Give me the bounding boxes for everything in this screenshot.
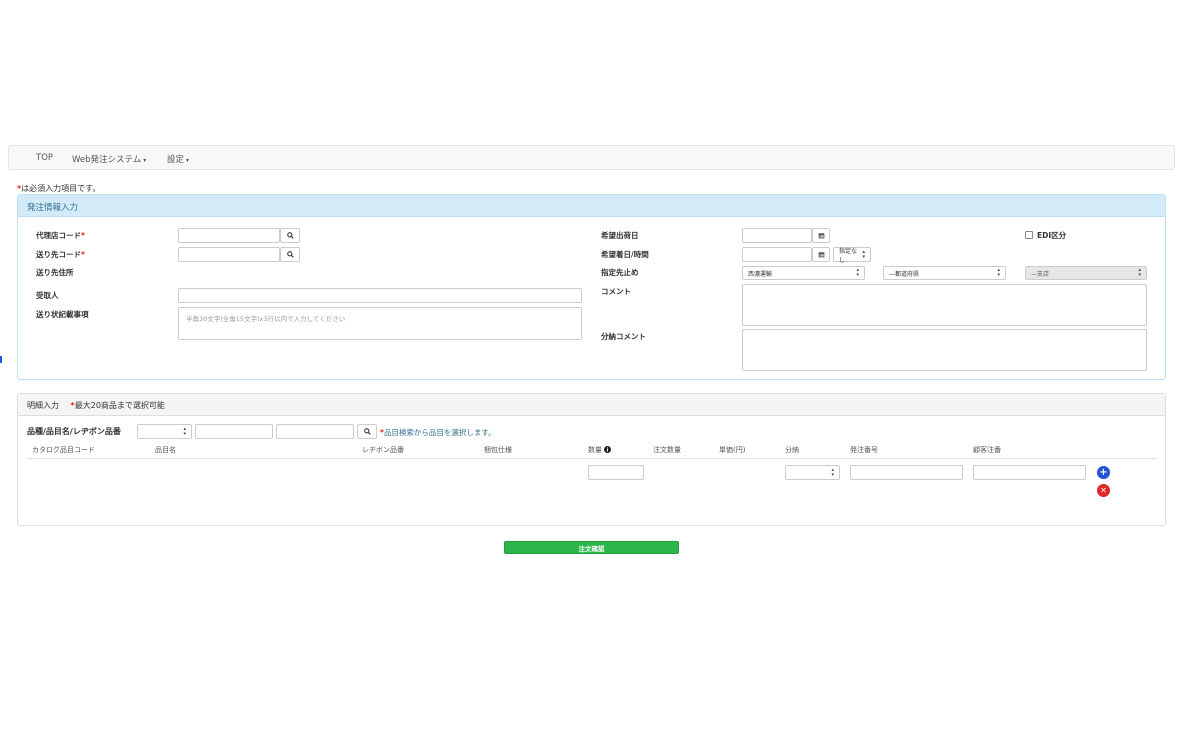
- navbar: TOP Web発注システム ▾ 設定 ▾: [8, 145, 1175, 170]
- prefecture-value: —都道府県: [889, 270, 920, 278]
- calendar-icon: [818, 252, 824, 258]
- item-search-hint-text: 品目検索から品目を選択します。: [383, 428, 496, 437]
- order-confirm-button[interactable]: 注文確認: [504, 541, 679, 554]
- arrival-time-value: 指定なし: [839, 247, 858, 264]
- nav-settings-dropdown[interactable]: 設定 ▾: [167, 153, 189, 165]
- order-info-title: 発注情報入力: [27, 203, 79, 213]
- remove-row-button[interactable]: ✕: [1097, 484, 1110, 497]
- detail-panel-header: 明細入力 *最大20商品まで選択可能: [18, 394, 1165, 416]
- arrival-calendar-button[interactable]: [812, 247, 830, 262]
- detail-panel: 明細入力 *最大20商品まで選択可能: [17, 393, 1166, 526]
- plus-circle-icon: +: [1099, 466, 1108, 478]
- item-category-select[interactable]: ▴ ▾: [137, 424, 192, 439]
- col-order-no: 発注番号: [850, 446, 878, 454]
- col-unit-price: 単価(円): [719, 446, 746, 454]
- item-name-search-input[interactable]: [195, 424, 273, 439]
- select-arrows-icon: ▴ ▾: [856, 267, 859, 278]
- caret-down-icon: ▾: [186, 157, 190, 164]
- dest-code-label: 送り先コード*: [36, 249, 85, 260]
- agency-code-label: 代理店コード*: [36, 230, 85, 241]
- col-item-name: 品目名: [155, 446, 176, 454]
- select-arrows-icon: ▴ ▾: [1138, 267, 1141, 278]
- select-arrows-icon: ▴ ▾: [997, 267, 1000, 278]
- detail-title: 明細入力: [27, 401, 59, 410]
- comment-textarea[interactable]: [742, 284, 1147, 326]
- ship-date-label: 希望出荷日: [601, 231, 639, 240]
- branch-select: —支店 ▴ ▾: [1025, 266, 1147, 280]
- nav-web-order-label: Web発注システム: [72, 155, 142, 165]
- prefecture-select[interactable]: —都道府県 ▴ ▾: [883, 266, 1006, 280]
- arrival-label: 希望着日/時間: [601, 250, 649, 259]
- col-redibon-no: レヂボン品番: [362, 446, 404, 454]
- edge-marker: [0, 356, 2, 363]
- col-customer-no: 顧客注番: [973, 446, 1001, 454]
- select-arrows-icon: ▴ ▾: [831, 466, 834, 478]
- recipient-label: 受取人: [36, 291, 59, 300]
- slip-note-placeholder: 半角30文字(全角15文字)x3行以内で入力してください: [186, 315, 346, 323]
- search-icon: [286, 232, 294, 239]
- slip-note-textarea[interactable]: 半角30文字(全角15文字)x3行以内で入力してください: [178, 307, 582, 340]
- redibon-search-input[interactable]: [276, 424, 354, 439]
- nav-settings-label: 設定: [167, 155, 185, 165]
- nav-top[interactable]: TOP: [36, 153, 53, 163]
- arrival-time-select[interactable]: 指定なし ▴ ▾: [833, 247, 871, 264]
- order-info-panel-header: 発注情報入力: [18, 195, 1165, 217]
- col-packing: 梱包仕様: [484, 446, 512, 454]
- dest-code-label-text: 送り先コード: [36, 250, 81, 259]
- required-note-text: は必須入力項目です。: [21, 184, 101, 193]
- detail-max-note-text: 最大20商品まで選択可能: [74, 401, 165, 410]
- select-arrows-icon: ▴ ▾: [862, 248, 865, 260]
- branch-value: —支店: [1031, 270, 1050, 278]
- edi-label: EDI区分: [1037, 231, 1067, 240]
- col-catalog-code: カタログ品目コード: [32, 446, 95, 454]
- arrival-date-input[interactable]: [742, 247, 812, 262]
- calendar-icon: [818, 233, 824, 239]
- split-comment-label: 分納コメント: [601, 332, 646, 341]
- nav-web-order-dropdown[interactable]: Web発注システム ▾: [72, 153, 146, 165]
- quantity-input[interactable]: [588, 465, 644, 480]
- required-mark: *: [81, 250, 85, 259]
- carrier-value: 西濃運輸: [748, 270, 773, 278]
- select-arrows-icon: ▴ ▾: [183, 425, 186, 437]
- dest-address-label: 送り先住所: [36, 268, 74, 277]
- col-quantity: 数量: [588, 445, 612, 455]
- agency-search-button[interactable]: [280, 228, 300, 243]
- info-icon[interactable]: [604, 446, 612, 453]
- header-divider: [27, 458, 1157, 459]
- add-row-button[interactable]: +: [1097, 466, 1110, 479]
- search-icon: [286, 251, 294, 258]
- comment-label: コメント: [601, 287, 631, 296]
- col-split: 分納: [785, 446, 799, 454]
- col-order-qty: 注文数量: [653, 446, 681, 454]
- carrier-select[interactable]: 西濃運輸 ▴ ▾: [742, 266, 865, 280]
- slip-note-label: 送り状記載事項: [36, 310, 89, 319]
- required-mark: *: [81, 231, 85, 240]
- order-confirm-label: 注文確認: [578, 544, 605, 553]
- agency-code-input[interactable]: [178, 228, 280, 243]
- stop-label: 指定先止め: [601, 268, 639, 277]
- dest-search-button[interactable]: [280, 247, 300, 262]
- required-note: *は必須入力項目です。: [17, 183, 100, 194]
- item-search-label: 品種/品目名/レヂボン品番: [27, 427, 121, 436]
- order-no-input[interactable]: [850, 465, 963, 480]
- item-search-button[interactable]: [357, 424, 377, 439]
- dest-code-input[interactable]: [178, 247, 280, 262]
- x-circle-icon: ✕: [1100, 485, 1107, 495]
- col-quantity-text: 数量: [588, 446, 602, 454]
- caret-down-icon: ▾: [143, 157, 147, 164]
- customer-no-input[interactable]: [973, 465, 1086, 480]
- detail-max-note: *最大20商品まで選択可能: [71, 401, 165, 410]
- ship-date-input[interactable]: [742, 228, 812, 243]
- item-search-hint: *品目検索から品目を選択します。: [380, 427, 496, 438]
- agency-code-label-text: 代理店コード: [36, 231, 81, 240]
- edi-checkbox[interactable]: [1025, 231, 1033, 239]
- search-icon: [363, 428, 371, 435]
- split-select[interactable]: ▴ ▾: [785, 465, 840, 480]
- split-comment-textarea[interactable]: [742, 329, 1147, 371]
- ship-date-calendar-button[interactable]: [812, 228, 830, 243]
- recipient-input[interactable]: [178, 288, 582, 303]
